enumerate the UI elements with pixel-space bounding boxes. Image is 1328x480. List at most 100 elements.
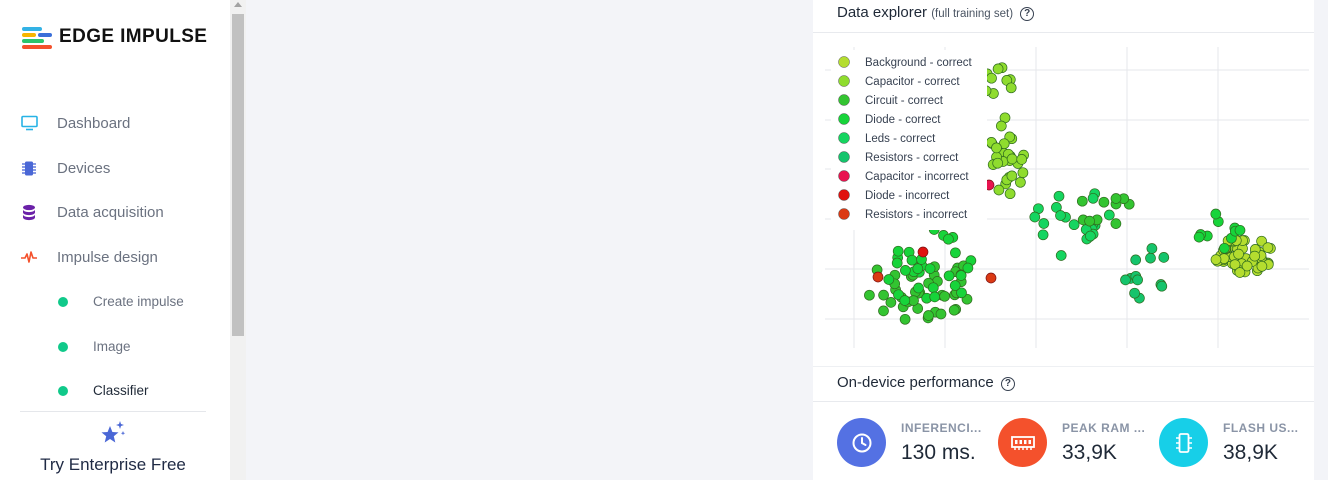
scatter-point[interactable] [1146,243,1158,254]
scatter-point[interactable] [985,272,997,284]
scatter-point[interactable] [1037,229,1049,241]
scatter-point[interactable] [912,263,924,275]
scatter-point[interactable] [900,265,911,276]
scatter-point[interactable] [899,313,911,325]
scatter-point[interactable] [1110,218,1122,229]
scatter-point[interactable] [992,63,1004,75]
scatter-point[interactable] [1098,196,1110,208]
scatter-point[interactable] [1085,230,1096,242]
scatter-point[interactable] [935,308,947,320]
scrollbar-thumb[interactable] [232,14,244,336]
scatter-point[interactable] [1234,224,1246,236]
scatter-point[interactable] [1068,219,1080,231]
scatter-point[interactable] [948,304,960,316]
sparkle-stars-icon [101,421,126,443]
scatter-point[interactable] [1249,250,1261,262]
scatter-point[interactable] [1262,242,1274,253]
scatter-point[interactable] [1006,170,1018,182]
legend-swatch [838,170,850,182]
scatter-point[interactable] [1015,176,1026,188]
scatter-point[interactable] [1156,280,1168,292]
scroll-up-arrow-icon[interactable] [234,2,242,7]
scatter-point[interactable] [1053,190,1065,202]
scatter-point[interactable] [1210,254,1222,265]
sidebar-item-impulse-design[interactable]: Impulse design [20,248,158,266]
legend-swatch [838,151,850,163]
try-enterprise-button[interactable]: Try Enterprise Free [20,420,206,475]
page-scrollbar[interactable] [230,0,246,480]
metric-value: 33,9K [1062,440,1117,464]
scatter-point[interactable] [917,246,929,258]
scatter-point[interactable] [1087,192,1099,204]
scatter-point[interactable] [929,291,941,303]
scatter-point[interactable] [913,282,924,294]
edge-impulse-logo-icon [22,26,52,49]
scatter-point[interactable] [872,271,884,283]
sidebar-item-dashboard[interactable]: Dashboard [20,114,130,132]
scatter-point[interactable] [950,247,961,259]
scatter-point[interactable] [1193,231,1205,243]
scatter-point[interactable] [1158,252,1170,263]
scatter-point[interactable] [995,120,1007,132]
scatter-point[interactable] [899,295,911,306]
scatter-point[interactable] [1103,209,1115,221]
data-explorer-scatter-chart[interactable]: Background - correct Capacitor - correct C… [813,33,1314,366]
scatter-point[interactable] [1005,82,1017,94]
scatter-point[interactable] [864,289,875,301]
scatter-point[interactable] [883,274,895,285]
sidebar-subitem-create-impulse[interactable]: Create impulse [58,294,184,309]
scatter-point[interactable] [927,282,939,294]
scatter-point[interactable] [1130,254,1142,266]
scatter-point[interactable] [892,245,904,257]
scatter-point[interactable] [1233,248,1244,260]
scatter-point[interactable] [1110,193,1122,204]
sidebar-item-devices[interactable]: Devices [20,159,110,177]
scatter-point[interactable] [993,184,1005,196]
data-explorer-subtitle: (full training set) [931,8,1014,20]
scatter-point[interactable] [943,270,955,282]
scatter-point[interactable] [1006,153,1018,165]
scatter-point[interactable] [878,305,889,317]
scatter-point[interactable] [962,262,974,274]
legend-label: Resistors - incorrect [865,209,968,221]
scatter-point[interactable] [1120,274,1131,286]
scatter-point[interactable] [891,257,903,269]
scatter-point[interactable] [1132,274,1143,286]
help-icon[interactable]: ? [1020,7,1035,21]
brand-logo[interactable]: EDGE IMPULSE [22,26,207,49]
legend-label: Capacitor - correct [865,76,960,88]
scatter-point[interactable] [885,297,897,308]
scatter-point[interactable] [939,290,950,302]
scatter-point[interactable] [1016,154,1028,165]
scatter-point[interactable] [1029,211,1041,223]
scatter-point[interactable] [1038,218,1050,229]
sidebar-item-label: Dashboard [57,114,131,132]
scatter-point[interactable] [1017,167,1029,179]
scatter-point[interactable] [1076,195,1088,207]
scatter-point[interactable] [924,263,936,274]
scatter-point[interactable] [1210,208,1222,220]
scatter-point[interactable] [1219,242,1230,254]
scatter-point[interactable] [923,310,934,321]
legend-swatch [838,208,850,220]
scatter-point[interactable] [906,254,918,266]
scatter-point[interactable] [1129,287,1140,299]
scatter-point[interactable] [878,289,889,301]
sidebar-subitem-classifier[interactable]: Classifier [58,383,149,398]
scatter-point[interactable] [1234,267,1246,278]
scatter-point[interactable] [1256,260,1268,272]
scatter-point[interactable] [943,233,954,245]
scatter-point[interactable] [1084,215,1095,227]
scatter-point[interactable] [992,157,1004,169]
help-icon[interactable]: ? [1000,377,1015,391]
scatter-point[interactable] [1004,188,1016,200]
sidebar-item-data-acquisition[interactable]: Data acquisition [20,203,164,221]
scatter-point[interactable] [1055,210,1066,221]
sidebar-subitem-image[interactable]: Image [58,339,131,354]
scatter-point[interactable] [991,142,1002,154]
scatter-point[interactable] [986,72,997,84]
scatter-point[interactable] [1145,252,1156,264]
sidebar-divider [20,411,206,412]
scatter-point[interactable] [949,280,961,291]
scatter-point[interactable] [1055,250,1067,261]
